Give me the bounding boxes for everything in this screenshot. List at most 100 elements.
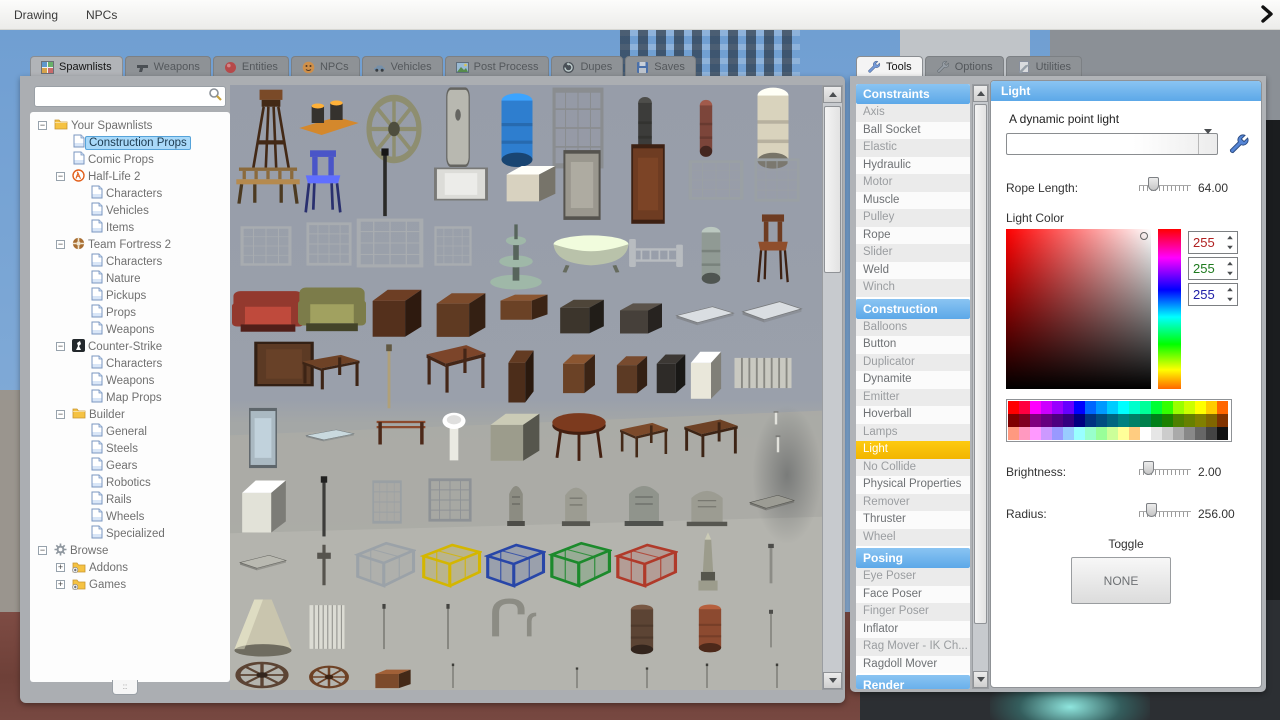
prop-wooden-chair[interactable] — [750, 213, 796, 285]
tree-item-characters[interactable]: Characters — [30, 185, 230, 202]
spinner-arrows[interactable] — [1224, 258, 1236, 279]
palette-swatch[interactable] — [1217, 427, 1228, 440]
tool-item-muscle[interactable]: Muscle — [856, 191, 970, 209]
tree-resize-grip[interactable]: :: — [112, 680, 138, 695]
prop-gravestone-arch[interactable] — [560, 479, 592, 527]
tool-item-ragdoll-mover[interactable]: Ragdoll Mover — [856, 655, 970, 673]
tree-item-characters[interactable]: Characters — [30, 253, 230, 270]
combobox-dropdown-icon[interactable] — [1198, 129, 1217, 154]
tool-item-face-poser[interactable]: Face Poser — [856, 585, 970, 603]
collapse-icon[interactable]: − — [56, 342, 65, 351]
prop-red-couch[interactable] — [232, 287, 304, 339]
prop-cage-gray[interactable] — [354, 537, 416, 589]
prop-wood-table-2[interactable] — [618, 417, 670, 459]
palette-swatch[interactable] — [1063, 401, 1074, 414]
hue-slider[interactable] — [1158, 229, 1181, 389]
tab-vehicles[interactable]: Vehicles — [361, 56, 443, 77]
palette-swatch[interactable] — [1008, 414, 1019, 427]
palette-swatch[interactable] — [1129, 414, 1140, 427]
palette-swatch[interactable] — [1041, 427, 1052, 440]
tree-item-half-life-2[interactable]: − Half-Life 2 — [30, 168, 230, 185]
palette-swatch[interactable] — [1019, 414, 1030, 427]
palette-swatch[interactable] — [1008, 401, 1019, 414]
tool-item-rag-mover-ik-ch[interactable]: Rag Mover - IK Ch... — [856, 638, 970, 656]
palette-swatch[interactable] — [1173, 414, 1184, 427]
collapse-icon[interactable]: − — [56, 410, 65, 419]
palette-swatch[interactable] — [1118, 401, 1129, 414]
palette-swatch[interactable] — [1173, 427, 1184, 440]
tree-item-general[interactable]: General — [30, 423, 230, 440]
tool-item-ball-socket[interactable]: Ball Socket — [856, 121, 970, 139]
prop-gray-door[interactable] — [562, 149, 602, 221]
palette-swatch[interactable] — [1063, 427, 1074, 440]
palette-swatch[interactable] — [1107, 427, 1118, 440]
tree-item-builder[interactable]: − Builder — [30, 406, 230, 423]
prop-metal-gate-2[interactable] — [372, 479, 402, 525]
prop-green-couch[interactable] — [298, 283, 366, 339]
tree-item-weapons[interactable]: Weapons — [30, 321, 230, 338]
prop-glass-door[interactable] — [630, 143, 666, 225]
tree-item-steels[interactable]: Steels — [30, 440, 230, 457]
prop-gravestone-wide[interactable] — [622, 477, 666, 527]
palette-swatch[interactable] — [1151, 427, 1162, 440]
prop-rebar-2[interactable] — [444, 603, 452, 651]
collapse-icon[interactable]: − — [56, 240, 65, 249]
color-picker-cursor[interactable] — [1140, 232, 1148, 240]
menu-item-npcs[interactable]: NPCs — [86, 8, 117, 22]
prop-gas-cylinder-red[interactable] — [696, 98, 716, 160]
prop-cage-red[interactable] — [614, 539, 678, 589]
scroll-up-button[interactable] — [823, 86, 842, 103]
tool-item-pulley[interactable]: Pulley — [856, 209, 970, 227]
prop-metal-stove[interactable] — [486, 407, 544, 463]
tool-item-wheel[interactable]: Wheel — [856, 528, 970, 546]
palette-swatch[interactable] — [1052, 414, 1063, 427]
scroll-down-button[interactable] — [973, 671, 988, 688]
palette-swatch[interactable] — [1217, 401, 1228, 414]
prop-thin-pole-1[interactable] — [450, 663, 456, 689]
prop-stone-plaque[interactable] — [748, 489, 796, 515]
prop-concrete-slab[interactable] — [438, 87, 478, 169]
prop-wire-fence-2[interactable] — [306, 221, 352, 267]
tool-item-duplicator[interactable]: Duplicator — [856, 353, 970, 371]
tool-item-balloons[interactable]: Balloons — [856, 318, 970, 336]
red-value-input[interactable]: 255 — [1188, 231, 1238, 254]
tool-item-lamps[interactable]: Lamps — [856, 423, 970, 441]
palette-swatch[interactable] — [1162, 427, 1173, 440]
tree-item-characters[interactable]: Characters — [30, 355, 230, 372]
palette-swatch[interactable] — [1085, 414, 1096, 427]
tree-item-browse[interactable]: − Browse — [30, 542, 230, 559]
preset-settings-button[interactable] — [1227, 133, 1251, 157]
prop-grid-scrollbar[interactable] — [822, 85, 843, 690]
tree-item-weapons[interactable]: Weapons — [30, 372, 230, 389]
prop-wood-cabinet[interactable] — [368, 283, 426, 339]
collapse-icon[interactable]: − — [38, 546, 47, 555]
green-value-input[interactable]: 255 — [1188, 257, 1238, 280]
palette-swatch[interactable] — [1184, 427, 1195, 440]
palette-swatch[interactable] — [1052, 401, 1063, 414]
prop-round-table[interactable] — [550, 411, 608, 463]
prop-fence-double[interactable] — [428, 477, 472, 523]
prop-wood-dresser[interactable] — [432, 287, 490, 339]
tool-item-emitter[interactable]: Emitter — [856, 388, 970, 406]
palette-swatch[interactable] — [1118, 414, 1129, 427]
palette-swatch[interactable] — [1195, 401, 1206, 414]
tree-item-team-fortress-2[interactable]: − Team Fortress 2 — [30, 236, 230, 253]
prop-meat-hook[interactable] — [766, 609, 776, 649]
prop-lockers[interactable] — [308, 601, 346, 653]
prop-lamp-post[interactable] — [376, 147, 394, 219]
palette-swatch[interactable] — [1107, 401, 1118, 414]
tree-item-comic-props[interactable]: Comic Props — [30, 151, 230, 168]
prop-night-stand[interactable] — [614, 351, 650, 395]
prop-metal-gate[interactable] — [754, 157, 800, 203]
scroll-up-button[interactable] — [973, 85, 988, 102]
radius-slider[interactable] — [1139, 503, 1191, 519]
palette-swatch[interactable] — [1074, 427, 1085, 440]
prop-rusty-barrel[interactable] — [624, 603, 660, 657]
palette-swatch[interactable] — [1074, 414, 1085, 427]
prop-street-lamp[interactable] — [316, 475, 332, 539]
prop-thin-pole-5[interactable] — [774, 663, 780, 689]
spinner-arrows[interactable] — [1224, 232, 1236, 253]
palette-swatch[interactable] — [1052, 427, 1063, 440]
prop-thin-pole-3[interactable] — [644, 667, 650, 689]
palette-swatch[interactable] — [1129, 427, 1140, 440]
